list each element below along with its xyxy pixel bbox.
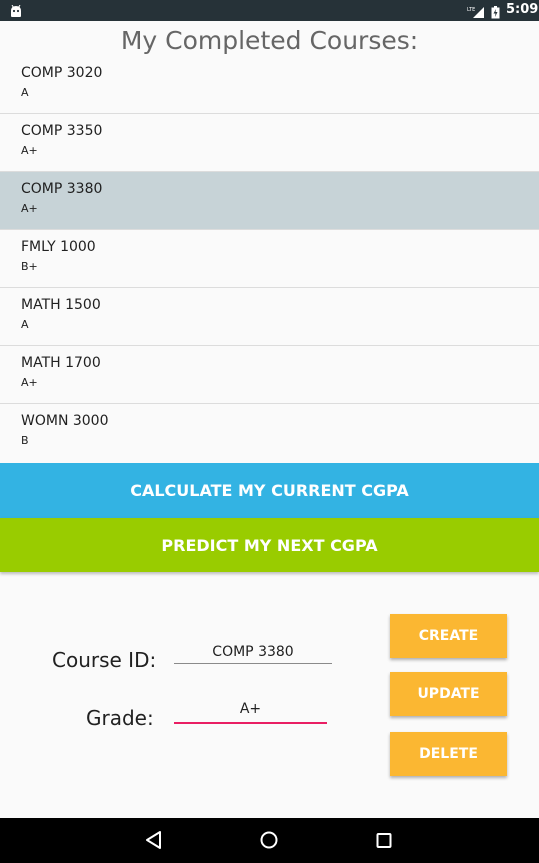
course-id-text: COMP 3380: [21, 181, 103, 197]
home-circle-icon[interactable]: [259, 830, 279, 854]
android-debug-icon: [10, 3, 22, 22]
status-bar: LTE 5:09: [0, 0, 539, 21]
lte-signal-icon: LTE: [467, 4, 485, 23]
course-list-item[interactable]: WOMN 3000 B: [0, 404, 539, 462]
svg-text:LTE: LTE: [467, 7, 475, 13]
course-grade-text: A+: [21, 144, 38, 157]
course-grade-text: A+: [21, 202, 38, 215]
course-id-label: Course ID:: [52, 648, 157, 672]
course-list-item[interactable]: COMP 3350 A+: [0, 114, 539, 172]
create-button[interactable]: CREATE: [390, 614, 507, 658]
calculate-cgpa-button[interactable]: CALCULATE MY CURRENT CGPA: [0, 463, 539, 518]
course-list-item[interactable]: COMP 3020 A: [0, 57, 539, 114]
course-id-text: FMLY 1000: [21, 239, 96, 255]
course-list-item[interactable]: FMLY 1000 B+: [0, 230, 539, 288]
course-list-item[interactable]: MATH 1500 A: [0, 288, 539, 346]
course-id-text: MATH 1700: [21, 355, 101, 371]
course-grade-text: A+: [21, 376, 38, 389]
course-id-text: COMP 3020: [21, 65, 103, 81]
course-id-text: MATH 1500: [21, 297, 101, 313]
course-list-item[interactable]: COMP 3380 A+: [0, 172, 539, 230]
course-list: COMP 3020 A COMP 3350 A+ COMP 3380 A+ FMLY 100…: [0, 57, 539, 462]
course-id-text: COMP 3350: [21, 123, 103, 139]
update-button[interactable]: UPDATE: [390, 672, 507, 716]
battery-charging-icon: [491, 4, 500, 23]
course-list-item[interactable]: MATH 1700 A+: [0, 346, 539, 404]
back-triangle-icon[interactable]: [145, 830, 163, 854]
page-title: My Completed Courses:: [120, 26, 419, 55]
course-id-text: WOMN 3000: [21, 413, 109, 429]
grade-label: Grade:: [86, 706, 154, 730]
grade-field[interactable]: [174, 696, 327, 724]
status-time: 5:09: [506, 2, 539, 17]
course-grade-text: B: [21, 434, 29, 447]
navigation-bar: [0, 818, 539, 863]
course-grade-text: B+: [21, 260, 38, 273]
course-grade-text: A: [21, 86, 29, 99]
recents-square-icon[interactable]: [375, 830, 393, 854]
course-grade-text: A: [21, 318, 29, 331]
predict-cgpa-button[interactable]: PREDICT MY NEXT CGPA: [0, 518, 539, 572]
delete-button[interactable]: DELETE: [390, 732, 507, 776]
course-id-field[interactable]: [174, 640, 332, 664]
